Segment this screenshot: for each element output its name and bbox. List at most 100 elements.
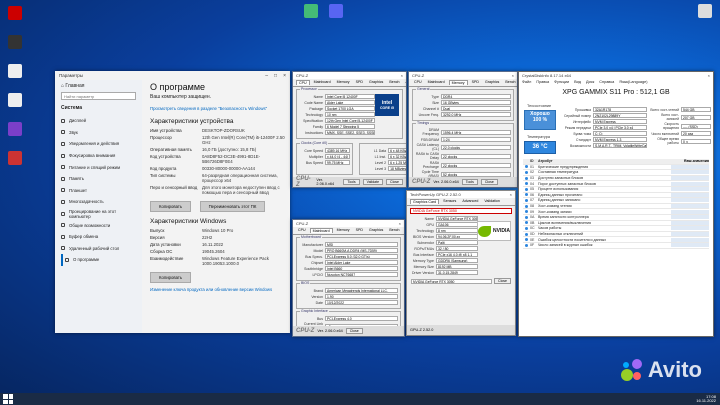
close-button[interactable]: Close [345,328,363,334]
sidebar-item[interactable]: Память [61,173,136,185]
sidebar-item[interactable]: Многозадачность [61,196,136,208]
rename-pc-button[interactable]: Переименовать этот ПК [199,200,266,212]
home-link[interactable]: ⌂ Главная [61,83,136,89]
tab-about[interactable]: About [404,228,405,233]
close-icon[interactable]: × [283,73,286,79]
close-button[interactable]: Close [386,179,403,185]
close-icon[interactable]: × [512,73,514,78]
tab-spd[interactable]: SPD [354,228,365,233]
tab-about[interactable]: About [404,80,407,85]
sidebar-item[interactable]: Дисплей [61,115,136,127]
copy-button-2[interactable]: Копировать [150,271,192,283]
tab-memory[interactable]: Memory [335,228,352,233]
menu-item[interactable]: Вид [574,80,581,84]
field-value: Socket 1700 LGA [325,106,375,111]
tab-spd[interactable]: SPD [354,80,365,85]
info-row: Режим передачи PCIe 3.0 x4 | PCIe 3.0 x4 [561,125,647,130]
sidebar-item[interactable]: Общие возможности [61,219,136,231]
tab-bench[interactable]: Bench [503,80,517,85]
menu-item[interactable]: Функции [554,80,569,84]
maximize-icon[interactable]: □ [274,73,277,79]
field-row: Chipset Intel Alder Lake [299,260,398,265]
sidebar-item[interactable]: Буфер обмена [61,231,136,243]
tools-button[interactable]: Tools [343,179,360,185]
desktop-file-icon[interactable] [4,93,26,107]
close-button[interactable]: Close [480,179,498,185]
sidebar-item[interactable]: Уведомления и действия [61,138,136,150]
desktop-app-icon[interactable] [4,35,26,49]
tab-graphics[interactable]: Graphics [483,80,501,85]
product-key-link[interactable]: Изменение ключа продукта или обновление … [150,287,286,293]
desktop-file-icon[interactable] [694,4,716,18]
tab-graphics[interactable]: Graphics [367,80,385,85]
gpuz-banner: NVIDIA GeForce RTX 3050 [410,208,512,214]
desktop-app-icon[interactable] [300,4,322,18]
tools-button[interactable]: Tools [461,179,478,185]
validate-button[interactable]: Validate [362,179,384,185]
menu-item[interactable]: Язык(Language) [619,80,647,84]
sidebar-item[interactable]: Питание и спящий режим [61,161,136,173]
close-icon[interactable]: × [399,221,401,226]
field-row: LPCIO Nuvoton NCT6687 [299,272,398,277]
cpuz-version: Ver. 2.06.0.x64 [316,178,335,186]
desktop-discord-icon[interactable] [325,4,347,18]
tab-mainboard[interactable]: Mainboard [312,80,333,85]
field-row: Code Name Alder Lake [299,100,375,105]
cpuz-title: CPU-Z [412,73,425,78]
desktop-app-icon[interactable] [4,6,26,20]
menu-item[interactable]: Правка [536,80,549,84]
tab-bench[interactable]: Bench [387,228,401,233]
sidebar-item[interactable]: Проецирование на этот компьютер [61,208,136,220]
sidebar-item[interactable]: Удаленный рабочий стол [61,243,136,255]
system-clock[interactable]: 17:08 16.11.2022 [696,394,720,404]
minimize-icon[interactable]: – [265,73,268,79]
raw-value-cell [671,237,709,242]
tab-validation[interactable]: Validation [482,199,502,204]
security-link[interactable]: Просмотреть сведения в разделе "Безопасн… [150,106,286,112]
field-value: 10 nm [325,112,375,117]
tab-sensors[interactable]: Sensors [441,199,458,204]
gpu-select[interactable]: NVIDIA GeForce RTX 3050 [411,278,493,284]
windows-start-icon[interactable] [3,394,13,404]
desktop-file-icon[interactable] [4,64,26,78]
tab-cpu[interactable]: CPU [296,228,308,233]
close-icon[interactable]: × [708,73,710,78]
sidebar-item-label: Дисплей [69,118,87,124]
tab-mainboard[interactable]: Mainboard [426,80,447,85]
copy-button[interactable]: Копировать [150,200,192,212]
sidebar-item-label: Уведомления и действия [69,141,120,147]
sidebar-item[interactable]: Звук [61,127,136,139]
close-icon[interactable]: × [510,192,512,197]
spec-value: DESKTOP-ZDORSUK [202,127,245,133]
tab-spd[interactable]: SPD [470,80,481,85]
desktop-app-icon[interactable] [4,122,26,136]
table-row[interactable]: 0F Число записей в журнал ошибок [523,243,709,249]
menu-item[interactable]: Диск [586,80,594,84]
tab-cpu[interactable]: CPU [296,80,310,85]
tab-graphics[interactable]: Graphics [367,228,385,233]
field-label: Bus Interface [413,252,434,257]
tab-mainboard[interactable]: Mainboard [309,228,333,233]
menu-item[interactable]: Справка [599,80,614,84]
tab-advanced[interactable]: Advanced [460,199,480,204]
desktop-app-icon[interactable] [4,151,26,165]
field-row: ROPs/TMUs 32 / 80 [410,246,478,251]
settings-search-input[interactable]: Найти параметр [61,92,136,100]
spec-value: 16,0 ГБ (доступно: 15,8 ГБ) [202,146,257,152]
close-icon[interactable]: × [401,73,403,78]
menu-item[interactable]: Файл [522,80,531,84]
tab-memory[interactable]: Memory [448,80,468,85]
tab-memory[interactable]: Memory [335,80,352,85]
close-button[interactable]: Close [494,278,511,284]
attr-name: Единиц данных прочитано [538,192,583,197]
sidebar-item[interactable]: Планшет [61,185,136,197]
sidebar-item[interactable]: Фокусировка внимания [61,150,136,162]
tab-graphics-card[interactable]: Graphics Card [410,199,440,204]
info-row: Стандарт NVM Express 1.3 [561,137,647,142]
tab-cpu[interactable]: CPU [412,80,424,85]
field-value: x 44.0 (4 - 44) [325,154,351,159]
raw-value-cell [671,187,709,192]
raw-value-cell [671,198,709,203]
tab-bench[interactable]: Bench [387,80,401,85]
sidebar-item[interactable]: О программе [61,254,136,266]
